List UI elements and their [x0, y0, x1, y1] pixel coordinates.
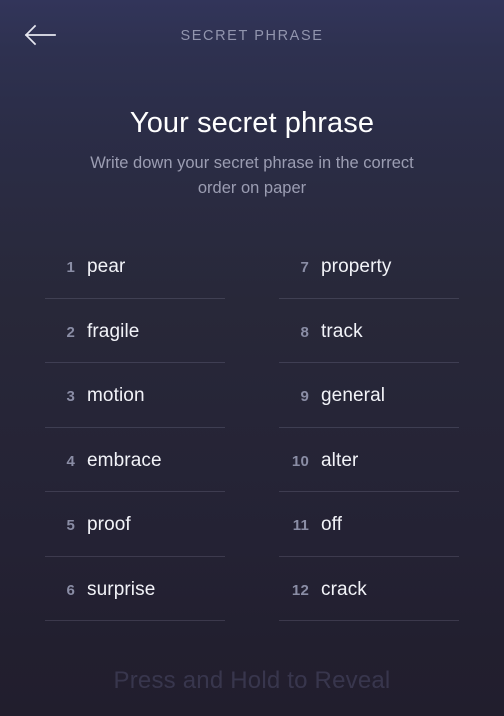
- phrase-index: 5: [66, 517, 75, 534]
- phrase-index: 11: [292, 517, 309, 534]
- phrase-index: 10: [291, 452, 309, 470]
- phrase-word: motion: [87, 385, 145, 406]
- secret-phrase-screen: SECRET PHRASE Your secret phrase Write d…: [0, 0, 504, 716]
- phrase-row: 8 track: [279, 299, 459, 363]
- phrase-index: 4: [66, 452, 75, 470]
- phrase-word: fragile: [87, 320, 140, 342]
- phrase-word: embrace: [87, 449, 162, 471]
- phrase-row: 5 proof: [45, 492, 225, 557]
- phrase-row: 10 alter: [279, 428, 459, 492]
- phrase-row: 11 off: [279, 492, 459, 557]
- phrase-row: 4 embrace: [45, 428, 225, 492]
- press-and-hold-to-reveal-button[interactable]: Press and Hold to Reveal: [0, 667, 504, 695]
- phrase-word: property: [321, 256, 392, 277]
- phrase-row: 12 crack: [279, 557, 459, 621]
- back-button[interactable]: [14, 14, 66, 56]
- phrase-index: 7: [300, 259, 309, 276]
- phrase-word: off: [321, 514, 343, 535]
- phrase-row: 1 pear: [45, 234, 225, 299]
- phrase-word: proof: [87, 514, 131, 535]
- page-title: Your secret phrase: [129, 107, 375, 139]
- secret-phrase-grid: 1 pear 2 fragile 3 motion 4 embrace 5 pr…: [0, 234, 504, 621]
- phrase-word: surprise: [87, 578, 156, 600]
- phrase-index: 1: [66, 259, 75, 276]
- phrase-index: 12: [291, 581, 309, 599]
- phrase-index: 2: [66, 323, 75, 341]
- page-subtitle: Write down your secret phrase in the cor…: [90, 154, 414, 197]
- phrase-word: pear: [87, 256, 126, 277]
- phrase-row: 6 surprise: [45, 557, 225, 621]
- phrase-word: track: [321, 320, 363, 342]
- phrase-row: 7 property: [279, 234, 459, 299]
- phrase-index: 3: [66, 388, 75, 405]
- arrow-left-icon: [23, 23, 57, 47]
- phrase-row: 2 fragile: [45, 299, 225, 363]
- phrase-index: 9: [300, 388, 309, 405]
- app-bar-title: SECRET PHRASE: [180, 27, 324, 44]
- phrase-word: general: [321, 385, 386, 406]
- phrase-column-right: 7 property 8 track 9 general 10 alter 11…: [279, 234, 459, 621]
- phrase-row: 9 general: [279, 363, 459, 428]
- phrase-index: 8: [300, 323, 309, 341]
- phrase-column-left: 1 pear 2 fragile 3 motion 4 embrace 5 pr…: [45, 234, 225, 621]
- phrase-row: 3 motion: [45, 363, 225, 428]
- phrase-index: 6: [66, 581, 75, 599]
- app-bar: SECRET PHRASE: [0, 0, 504, 71]
- phrase-word: alter: [321, 449, 359, 471]
- header-block: Your secret phrase Write down your secre…: [0, 105, 504, 201]
- phrase-word: crack: [321, 578, 367, 600]
